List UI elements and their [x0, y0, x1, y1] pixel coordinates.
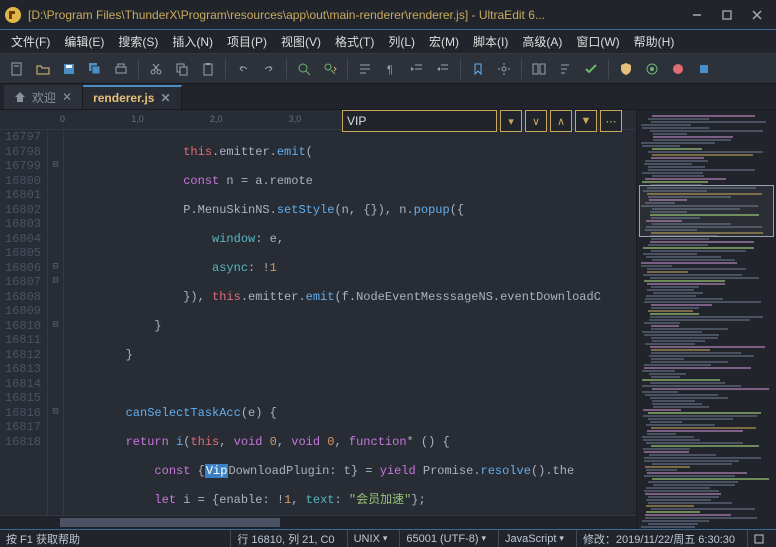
find-toolbar: ▾ ∨ ∧ ▼ ⋯ — [342, 110, 622, 132]
tab-label: renderer.js — [93, 91, 154, 105]
editor-pane: 01,02,03,04,05,06,07,0 ▾ ∨ ∧ ▼ ⋯ 1679716… — [0, 110, 636, 529]
compare-button[interactable] — [528, 58, 550, 80]
status-position: 行 16810, 列 21, C0 — [230, 530, 340, 547]
toolbar: ¶ — [0, 54, 776, 84]
svg-text:¶: ¶ — [387, 64, 393, 76]
code-text[interactable]: this.emitter.emit( const n = a.remote P.… — [64, 130, 636, 515]
tab-label: 欢迎 — [32, 89, 56, 106]
status-help: 按 F1 获取帮助 — [6, 531, 80, 547]
tools-button[interactable] — [493, 58, 515, 80]
home-icon — [14, 91, 26, 103]
cut-button[interactable] — [145, 58, 167, 80]
find-filter-button[interactable]: ▼ — [575, 110, 597, 132]
title-bar: [D:\Program Files\ThunderX\Program\resou… — [0, 0, 776, 30]
status-modified: 修改：2019/11/22/周五 6:30:30 — [576, 530, 741, 547]
settings-icon[interactable] — [641, 58, 663, 80]
find-button[interactable] — [293, 58, 315, 80]
toggle-wrap-button[interactable] — [354, 58, 376, 80]
open-file-button[interactable] — [32, 58, 54, 80]
close-icon[interactable]: ✕ — [62, 90, 72, 104]
minimap[interactable] — [636, 110, 776, 529]
menu-macro[interactable]: 宏(M) — [423, 31, 465, 52]
status-ins-icon[interactable] — [747, 530, 770, 547]
status-eol[interactable]: UNIX — [347, 530, 394, 547]
menu-bar: 文件(F) 编辑(E) 搜索(S) 插入(N) 项目(P) 视图(V) 格式(T… — [0, 30, 776, 54]
undo-button[interactable] — [232, 58, 254, 80]
horizontal-scrollbar[interactable] — [0, 515, 636, 529]
shield-icon[interactable] — [615, 58, 637, 80]
menu-view[interactable]: 视图(V) — [275, 31, 327, 52]
outdent-button[interactable] — [432, 58, 454, 80]
tab-renderer[interactable]: renderer.js ✕ — [83, 85, 181, 109]
tab-welcome[interactable]: 欢迎 ✕ — [4, 85, 83, 109]
indent-button[interactable] — [406, 58, 428, 80]
line-gutter: 1679716798167991680016801168021680316804… — [0, 130, 48, 515]
toggle-whitespace-button[interactable]: ¶ — [380, 58, 402, 80]
maximize-button[interactable] — [712, 3, 742, 27]
code-area[interactable]: 1679716798167991680016801168021680316804… — [0, 130, 636, 515]
sort-button[interactable] — [554, 58, 576, 80]
fold-column[interactable]: ⊟⊟⊟⊟⊟ — [48, 130, 64, 515]
menu-script[interactable]: 脚本(I) — [467, 31, 514, 52]
find-prev-button[interactable]: ∧ — [550, 110, 572, 132]
copy-button[interactable] — [171, 58, 193, 80]
stop-icon[interactable] — [693, 58, 715, 80]
menu-project[interactable]: 项目(P) — [221, 31, 273, 52]
tab-bar: 欢迎 ✕ renderer.js ✕ — [0, 84, 776, 110]
menu-file[interactable]: 文件(F) — [5, 31, 56, 52]
find-next-button[interactable]: ∨ — [525, 110, 547, 132]
close-icon[interactable]: ✕ — [160, 91, 170, 105]
close-button[interactable] — [742, 3, 772, 27]
menu-insert[interactable]: 插入(N) — [166, 31, 219, 52]
menu-search[interactable]: 搜索(S) — [112, 31, 164, 52]
menu-edit[interactable]: 编辑(E) — [58, 31, 110, 52]
find-input[interactable] — [342, 110, 497, 132]
redo-button[interactable] — [258, 58, 280, 80]
workspace: 01,02,03,04,05,06,07,0 ▾ ∨ ∧ ▼ ⋯ 1679716… — [0, 110, 776, 529]
status-bar: 按 F1 获取帮助 行 16810, 列 21, C0 UNIX 65001 (… — [0, 529, 776, 547]
save-all-button[interactable] — [84, 58, 106, 80]
menu-column[interactable]: 列(L) — [382, 31, 421, 52]
paste-button[interactable] — [197, 58, 219, 80]
minimize-button[interactable] — [682, 3, 712, 27]
menu-window[interactable]: 窗口(W) — [570, 31, 625, 52]
menu-format[interactable]: 格式(T) — [329, 31, 380, 52]
status-encoding[interactable]: 65001 (UTF-8) — [399, 530, 492, 547]
print-button[interactable] — [110, 58, 132, 80]
status-language[interactable]: JavaScript — [498, 530, 570, 547]
minimap-viewport[interactable] — [639, 185, 774, 237]
replace-button[interactable] — [319, 58, 341, 80]
menu-help[interactable]: 帮助(H) — [628, 31, 681, 52]
new-file-button[interactable] — [6, 58, 28, 80]
find-more-button[interactable]: ⋯ — [600, 110, 622, 132]
app-icon — [4, 6, 22, 24]
find-dropdown-button[interactable]: ▾ — [500, 110, 522, 132]
window-title: [D:\Program Files\ThunderX\Program\resou… — [28, 8, 682, 22]
spellcheck-button[interactable] — [580, 58, 602, 80]
save-button[interactable] — [58, 58, 80, 80]
record-icon[interactable] — [667, 58, 689, 80]
menu-advanced[interactable]: 高级(A) — [516, 31, 568, 52]
bookmark-button[interactable] — [467, 58, 489, 80]
